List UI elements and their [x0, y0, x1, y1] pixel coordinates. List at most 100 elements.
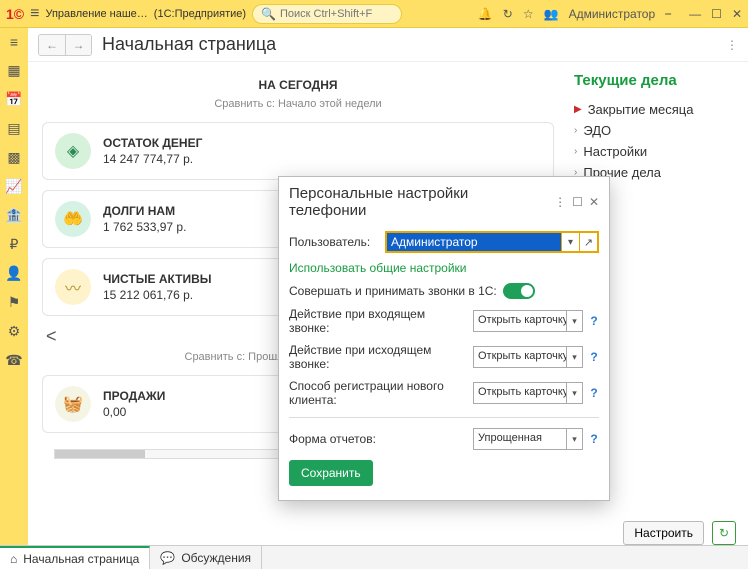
card-value: 14 247 774,77 р.: [103, 152, 202, 166]
new-client-reg-select[interactable]: Открыть карточку клиента ▾: [473, 382, 583, 404]
basket-icon: 🧺: [55, 386, 91, 422]
app-logo: 1©: [6, 6, 24, 22]
sidebar-person-icon[interactable]: 👤: [5, 265, 22, 282]
card-money-balance[interactable]: ◈ ОСТАТОК ДЕНЕГ 14 247 774,77 р.: [42, 122, 554, 180]
bottom-actions: Настроить ↻: [28, 517, 748, 545]
sidebar-menu-icon[interactable]: ≡: [10, 34, 18, 50]
modal-kebab-icon[interactable]: ⋮: [554, 195, 566, 209]
save-button[interactable]: Сохранить: [289, 460, 373, 486]
modal-close-button[interactable]: ✕: [589, 195, 599, 209]
report-form-select[interactable]: Упрощенная ▾: [473, 428, 583, 450]
app-title: Управление наше…: [45, 8, 147, 20]
pulse-icon: 〰: [55, 269, 91, 305]
help-icon[interactable]: ?: [589, 350, 599, 364]
sidebar-phone-icon[interactable]: ☎: [5, 352, 22, 369]
task-label: Закрытие месяца: [588, 102, 694, 117]
card-value: 1 762 533,97 р.: [103, 220, 186, 234]
help-icon[interactable]: ?: [589, 314, 599, 328]
outgoing-action-select[interactable]: Открыть карточку клиента ▾: [473, 346, 583, 368]
card-title: ПРОДАЖИ: [103, 389, 165, 403]
user-value: Администратор: [387, 233, 561, 251]
card-value: 0,00: [103, 405, 165, 419]
hand-icon: 🤲: [55, 201, 91, 237]
new-client-reg-label: Способ регистрации нового клиента:: [289, 379, 467, 407]
make-calls-toggle[interactable]: [503, 283, 535, 299]
sidebar: ≡ ▦ 📅 ▤ ▩ 📈 🏦 ₽ 👤 ⚑ ⚙ ☎: [0, 28, 28, 545]
incoming-action-select[interactable]: Открыть карточку клиента ▾: [473, 310, 583, 332]
select-value: Открыть карточку клиента: [474, 383, 566, 403]
bottom-tabs: ⌂ Начальная страница 💬 Обсуждения: [0, 545, 748, 569]
star-icon[interactable]: ☆: [523, 7, 534, 21]
card-title: ЧИСТЫЕ АКТИВЫ: [103, 272, 212, 286]
titlebar: 1© ≡ Управление наше… (1С:Предприятие) 🔍…: [0, 0, 748, 28]
minimize-button[interactable]: —: [689, 7, 701, 21]
scrollbar-thumb[interactable]: [55, 450, 145, 458]
user-dropdown-button[interactable]: ▾: [561, 233, 579, 251]
configure-button[interactable]: Настроить: [623, 521, 704, 545]
main: ← → Начальная страница ⋮ НА СЕГОДНЯ Срав…: [28, 28, 748, 545]
separator: [289, 417, 599, 418]
chevron-right-icon: ›: [574, 125, 577, 136]
nav-buttons: ← →: [38, 34, 92, 56]
chevron-down-icon[interactable]: ▾: [566, 347, 582, 367]
refresh-button[interactable]: ↻: [712, 521, 736, 545]
chevron-down-icon[interactable]: ▾: [566, 311, 582, 331]
page-top: ← → Начальная страница ⋮: [28, 28, 748, 62]
home-icon: ⌂: [10, 552, 17, 566]
task-item[interactable]: ▶ Закрытие месяца: [574, 99, 734, 120]
today-compare[interactable]: Сравнить с: Начало этой недели: [42, 96, 554, 122]
card-value: 15 212 061,76 р.: [103, 288, 212, 302]
use-common-link[interactable]: Использовать общие настройки: [289, 261, 467, 275]
task-item[interactable]: ›Настройки: [574, 141, 734, 162]
telephony-settings-modal: Персональные настройки телефонии ⋮ ☐ ✕ П…: [278, 176, 610, 501]
sidebar-dashboard-icon[interactable]: ▦: [7, 62, 20, 79]
make-calls-label: Совершать и принимать звонки в 1С:: [289, 284, 497, 298]
user-open-button[interactable]: ↗: [579, 233, 597, 251]
task-item[interactable]: ›ЭДО: [574, 120, 734, 141]
sidebar-calendar-icon[interactable]: 📅: [5, 91, 22, 108]
current-user[interactable]: Администратор: [569, 7, 656, 21]
user-field[interactable]: Администратор ▾ ↗: [385, 231, 599, 253]
select-value: Упрощенная: [474, 429, 566, 449]
close-button[interactable]: ✕: [732, 7, 742, 21]
tab-discussions[interactable]: 💬 Обсуждения: [150, 546, 262, 569]
tasks-title: Текущие дела: [574, 72, 734, 89]
search-box[interactable]: 🔍: [252, 4, 402, 24]
task-label: Настройки: [583, 144, 647, 159]
modal-maximize-button[interactable]: ☐: [572, 195, 583, 209]
sidebar-ruble-icon[interactable]: ₽: [10, 236, 19, 253]
sidebar-chart-icon[interactable]: 📈: [5, 178, 22, 195]
select-value: Открыть карточку клиента: [474, 347, 566, 367]
chevron-down-icon[interactable]: ▾: [566, 429, 582, 449]
nav-back-button[interactable]: ←: [39, 35, 65, 55]
sidebar-grid-icon[interactable]: ▩: [7, 149, 20, 166]
triangle-icon: ▶: [574, 104, 582, 115]
maximize-button[interactable]: ☐: [711, 7, 722, 21]
sidebar-list-icon[interactable]: ▤: [7, 120, 20, 137]
tab-home[interactable]: ⌂ Начальная страница: [0, 546, 150, 569]
search-input[interactable]: [280, 8, 393, 20]
card-title: ОСТАТОК ДЕНЕГ: [103, 136, 202, 150]
search-icon: 🔍: [261, 7, 276, 21]
users-icon[interactable]: 👥: [544, 7, 559, 21]
nav-forward-button[interactable]: →: [65, 35, 91, 55]
report-form-label: Форма отчетов:: [289, 432, 467, 446]
title-icons: 🔔 ↻ ☆ 👥 Администратор ⎯ — ☐ ✕: [478, 6, 742, 21]
help-icon[interactable]: ?: [589, 386, 599, 400]
history-icon[interactable]: ↻: [503, 7, 513, 21]
select-value: Открыть карточку клиента: [474, 311, 566, 331]
page-kebab-icon[interactable]: ⋮: [726, 38, 738, 52]
menu-icon[interactable]: ≡: [30, 5, 39, 23]
sidebar-gear-icon[interactable]: ⚙: [8, 323, 21, 340]
chevron-down-icon[interactable]: ▾: [566, 383, 582, 403]
sidebar-bank-icon[interactable]: 🏦: [5, 207, 22, 224]
sidebar-flag-icon[interactable]: ⚑: [8, 294, 21, 311]
user-label: Пользователь:: [289, 235, 379, 249]
bell-icon[interactable]: 🔔: [478, 7, 493, 21]
filter-icon[interactable]: ⎯: [665, 6, 671, 21]
help-icon[interactable]: ?: [589, 432, 599, 446]
card-title: ДОЛГИ НАМ: [103, 204, 186, 218]
modal-title: Персональные настройки телефонии: [289, 185, 548, 219]
card-sales[interactable]: 🧺 ПРОДАЖИ 0,00: [42, 375, 293, 433]
today-heading: НА СЕГОДНЯ: [42, 72, 554, 96]
